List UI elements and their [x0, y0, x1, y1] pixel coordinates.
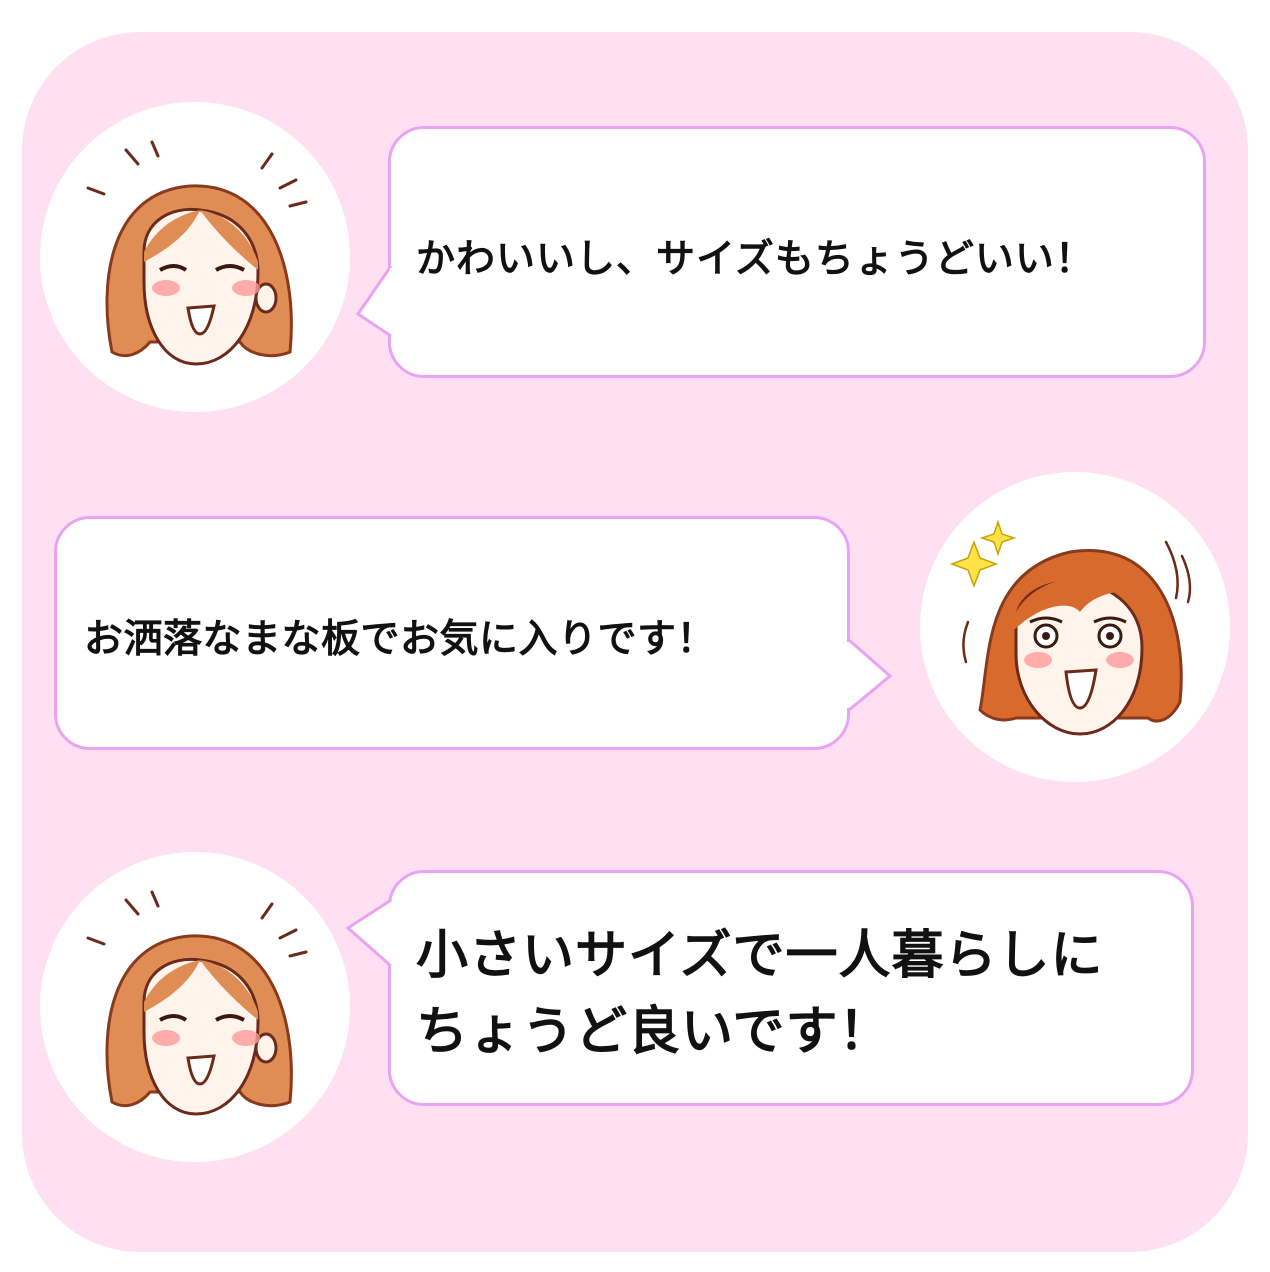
message-text-3-line-1: 小さいサイズで一人暮らしに: [416, 926, 1104, 986]
message-text-2: お洒落なまな板でお気に入りです！: [84, 617, 717, 662]
avatar-sparkling-woman: [920, 472, 1230, 782]
message-text-3: 小さいサイズで一人暮らしに ちょうど良いです！: [416, 918, 1103, 1070]
sparkling-woman-icon: [949, 519, 1192, 736]
avatar-smiling-woman-1: [40, 102, 350, 412]
avatar-smiling-woman-2: [40, 852, 350, 1162]
bubble-tail-1: [355, 265, 396, 338]
message-text-3-line-2: ちょうど良いです！: [416, 1002, 892, 1062]
message-text-1: かわいいし、サイズもちょうどいい！: [416, 237, 1095, 282]
bubble-tail-2: [843, 638, 893, 712]
bubble-tail-3: [345, 898, 396, 968]
smiling-woman-icon: [86, 890, 308, 1116]
smiling-woman-icon: [86, 140, 308, 366]
